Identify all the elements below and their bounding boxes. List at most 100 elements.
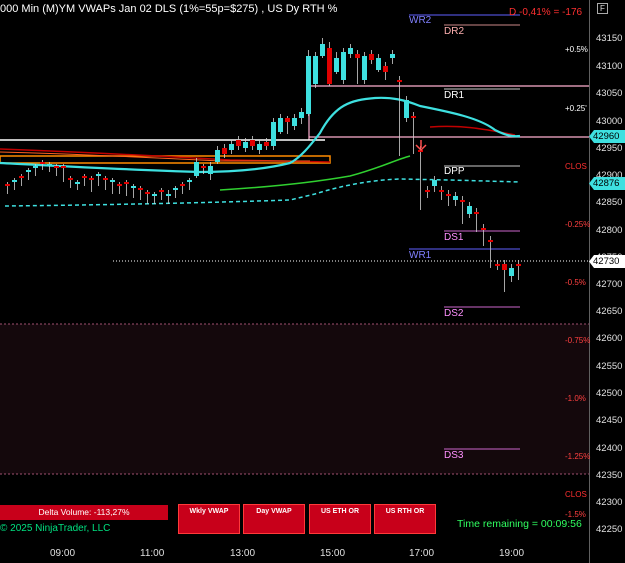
candle-body [516,264,521,266]
candle-body [159,190,164,192]
price-chart[interactable] [0,0,625,563]
price-tag: 42876 [589,177,625,190]
candle-body [495,264,500,266]
candle-body [467,206,472,214]
candle-body [334,58,339,72]
price-label: 43100 [596,61,623,72]
candle-body [166,194,171,196]
candle-body [425,190,430,192]
candle-body [110,180,115,182]
candle-body [54,166,59,168]
candle-body [397,80,402,82]
percent-label: -0.75% [565,336,591,345]
price-label: 42400 [596,443,623,454]
percent-label: -1.0% [565,394,586,403]
candle-body [502,264,507,270]
candle-body [229,144,234,150]
sell-arrow-icon [415,140,427,152]
price-label: 42850 [596,197,623,208]
price-label: 43000 [596,116,623,127]
candle-body [271,122,276,146]
percent-label: -0.5% [565,278,586,287]
pivot-label-dr1: DR1 [444,90,465,101]
price-tag: 42960 [589,130,625,143]
percent-label: +0.25' [565,104,587,113]
candle-body [355,54,360,58]
percent-label: -0.25% [565,220,591,229]
candle-body [33,166,38,168]
candle-body [341,52,346,80]
candle-body [61,166,66,168]
price-label: 43150 [596,33,623,44]
candle-body [243,142,248,148]
candle-body [89,178,94,180]
candle-body [145,192,150,194]
candle-body [509,268,514,276]
candle-body [180,184,185,186]
candle-body [222,148,227,154]
candle-body [250,140,255,146]
candle-body [369,54,374,60]
candle-body [236,140,241,146]
time-label: 11:00 [140,548,165,559]
time-label: 19:00 [499,548,525,559]
wkly-vwap-button[interactable]: Wkly VWAP [178,504,240,534]
candle-body [138,188,143,190]
pivot-label-dpp: DPP [444,166,465,177]
candle-body [68,178,73,180]
time-label: 09:00 [50,548,76,559]
candle-body [264,142,269,146]
us-eth-or-button[interactable]: US ETH OR [309,504,371,534]
price-label: 42550 [596,361,623,372]
pivot-label-wr2: WR2 [409,15,432,26]
price-label: 42650 [596,306,623,317]
candle-body [215,150,220,162]
us-rth-or-button[interactable]: US RTH OR [374,504,436,534]
candle-body [383,66,388,72]
candle-body [453,196,458,200]
f-button[interactable]: F [597,3,608,14]
time-label: 13:00 [230,548,256,559]
pivot-label-dr2: DR2 [444,26,465,37]
time-label: 15:00 [320,548,346,559]
percent-label: -1.25% [565,452,591,461]
price-label: 43050 [596,88,623,99]
candle-body [12,180,17,182]
candle-body [5,184,10,186]
price-label: 42350 [596,470,623,481]
price-tag: 42730 [589,255,625,268]
candle-body [474,212,479,214]
candle-body [362,56,367,80]
candle-body [152,194,157,196]
delta-readout: D -0,41% = -176 [509,7,583,18]
candle-body [103,178,108,180]
candle-body [320,44,325,56]
candle-body [173,188,178,190]
candle-body [278,118,283,132]
price-label: 42300 [596,497,623,508]
candle-body [19,176,24,178]
price-label: 42250 [596,524,623,535]
chart-title: 000 Min (M)YM VWAPs Jan 02 DLS (1%=55p=$… [0,3,338,15]
candle-body [201,166,206,168]
candle-body [194,162,199,176]
candle-body [75,182,80,184]
candle-body [208,166,213,174]
candle-body [187,180,192,182]
candle-body [376,58,381,70]
candle-body [257,144,262,150]
candle-body [96,174,101,176]
price-label: 42450 [596,415,623,426]
candle-body [404,100,409,118]
candle-body [124,182,129,184]
candle-body [40,162,45,164]
candle-body [82,176,87,178]
pivot-label-ds1: DS1 [444,232,464,243]
day-vwap-button[interactable]: Day VWAP [243,504,305,534]
candle-body [348,48,353,54]
dashed-vwap-line [4,178,521,207]
candle-body [299,112,304,118]
lower-zone [0,324,589,474]
delta-volume-badge: Delta Volume: -113,27% [0,505,168,520]
candle-body [327,48,332,84]
